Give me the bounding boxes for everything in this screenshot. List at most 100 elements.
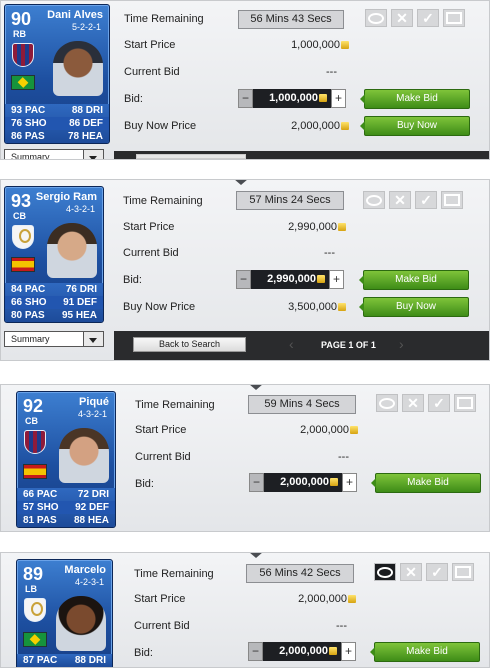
start-price-amount: 1,000,000 (291, 39, 340, 51)
club-crest-icon (24, 598, 46, 622)
player-rating: 92 (23, 396, 44, 416)
prev-page-arrow-icon[interactable]: ‹ (289, 336, 294, 352)
time-remaining-value: 59 Mins 4 Secs (248, 395, 356, 414)
summary-select-value: Summary (11, 152, 50, 160)
player-stats: 87 PAC 88 DRI (17, 654, 112, 667)
stat: 86 PAS (11, 131, 45, 142)
player-position: CB (25, 416, 38, 426)
buy-now-button[interactable]: Buy Now (360, 116, 470, 136)
back-to-search-button[interactable]: Back to Search (133, 337, 246, 352)
stat: 91 DEF (63, 297, 97, 308)
watch-eye-icon[interactable] (365, 9, 387, 27)
time-remaining-label: Time Remaining (124, 13, 204, 25)
current-bid-label: Current Bid (123, 247, 179, 259)
stat: 88 HEA (73, 515, 109, 526)
checkmark-icon[interactable] (417, 9, 439, 27)
decrease-bid-button[interactable]: − (249, 473, 264, 492)
current-bid-label: Current Bid (135, 451, 191, 463)
bid-stepper: − 2,000,000 + (249, 473, 357, 492)
stat: 86 DEF (69, 118, 103, 129)
make-bid-button[interactable]: Make Bid (360, 89, 470, 109)
coin-icon (348, 595, 356, 603)
checkmark-icon[interactable] (415, 191, 437, 209)
player-stats: 84 PAC 76 DRI 66 SHO 91 DEF 80 PAS 95 HEA (5, 283, 103, 322)
current-bid-value: --- (326, 66, 337, 78)
start-price-label: Start Price (123, 221, 175, 233)
player-name: Piqué (79, 396, 109, 408)
coin-icon (338, 223, 346, 231)
bid-amount-input[interactable]: 1,000,000 (253, 89, 331, 108)
player-formation: 4-3-2-1 (77, 409, 107, 419)
summary-select[interactable]: Summary (4, 331, 104, 347)
mail-icon[interactable] (452, 563, 474, 581)
player-formation: 5-2-2-1 (71, 22, 101, 32)
time-remaining-label: Time Remaining (135, 399, 215, 411)
stat: 93 PAC (11, 105, 46, 116)
bid-label: Bid: (123, 274, 142, 286)
bid-amount-input[interactable]: 2,000,000 (264, 473, 342, 492)
make-bid-button[interactable]: Make Bid (359, 270, 469, 290)
listing-panel-4: 89 LB Marcelo 4-2-3-1 87 PAC 88 DRI Time … (0, 552, 490, 668)
close-icon[interactable] (400, 563, 422, 581)
player-name: Marcelo (64, 564, 106, 576)
bid-label: Bid: (135, 478, 154, 490)
action-icons (363, 191, 463, 209)
mail-icon[interactable] (443, 9, 465, 27)
stat: 66 PAC (23, 489, 58, 500)
nation-flag-icon (23, 464, 47, 479)
checkmark-icon[interactable] (428, 394, 450, 412)
player-position: CB (13, 211, 26, 221)
start-price-label: Start Price (124, 39, 176, 51)
stat: 95 HEA (61, 310, 97, 321)
watch-eye-icon[interactable] (374, 563, 396, 581)
next-page-arrow-icon[interactable]: › (399, 336, 404, 352)
current-bid-value: --- (336, 620, 347, 632)
close-icon[interactable] (391, 9, 413, 27)
mail-icon[interactable] (441, 191, 463, 209)
close-icon[interactable] (389, 191, 411, 209)
listing-panel-3: 92 CB Piqué 4-3-2-1 66 PAC 72 DRI 57 SHO 9… (0, 384, 490, 532)
increase-bid-button[interactable]: + (341, 642, 356, 661)
bid-stepper: − 2,990,000 + (236, 270, 344, 289)
stat: 92 DEF (75, 502, 109, 513)
watch-eye-icon[interactable] (363, 191, 385, 209)
bid-amount-input[interactable]: 2,000,000 (263, 642, 341, 661)
decrease-bid-button[interactable]: − (238, 89, 253, 108)
decrease-bid-button[interactable]: − (236, 270, 251, 289)
bid-amount-input[interactable]: 2,990,000 (251, 270, 329, 289)
make-bid-button[interactable]: Make Bid (370, 642, 480, 662)
stat: 66 SHO (11, 297, 47, 308)
page-indicator: PAGE 1 OF 1 (321, 340, 376, 350)
player-card[interactable]: 92 CB Piqué 4-3-2-1 66 PAC 72 DRI 57 SHO 9… (16, 391, 116, 528)
start-price-value: 1,000,000 (251, 39, 349, 51)
increase-bid-button[interactable]: + (331, 89, 346, 108)
buy-now-price-value: 2,000,000 (251, 120, 349, 132)
footer-field (136, 154, 246, 159)
decrease-bid-button[interactable]: − (248, 642, 263, 661)
increase-bid-button[interactable]: + (342, 473, 357, 492)
bid-amount-value: 2,000,000 (280, 476, 329, 488)
player-card[interactable]: 89 LB Marcelo 4-2-3-1 87 PAC 88 DRI (16, 559, 113, 667)
coin-icon (338, 303, 346, 311)
time-remaining-value: 57 Mins 24 Secs (236, 191, 344, 210)
start-price-amount: 2,000,000 (298, 593, 347, 605)
player-card[interactable]: 93 CB Sergio Ram 4-3-2-1 84 PAC 76 DRI 66… (4, 186, 104, 323)
watch-eye-icon[interactable] (376, 394, 398, 412)
player-photo (47, 223, 97, 278)
current-bid-label: Current Bid (134, 620, 190, 632)
coin-icon (330, 478, 338, 486)
summary-select[interactable]: Summary (4, 149, 104, 160)
buy-now-button[interactable]: Buy Now (359, 297, 469, 317)
player-card[interactable]: 90 RB Dani Alves 5-2-2-1 93 PAC 88 DRI 76… (4, 4, 110, 144)
increase-bid-button[interactable]: + (329, 270, 344, 289)
current-bid-value: --- (324, 247, 335, 259)
coin-icon (341, 41, 349, 49)
checkmark-icon[interactable] (426, 563, 448, 581)
make-bid-button[interactable]: Make Bid (371, 473, 481, 493)
action-icons (376, 394, 476, 412)
time-remaining-value: 56 Mins 43 Secs (238, 10, 344, 29)
mail-icon[interactable] (454, 394, 476, 412)
close-icon[interactable] (402, 394, 424, 412)
start-price-label: Start Price (135, 424, 187, 436)
bid-amount-value: 2,000,000 (279, 645, 328, 657)
